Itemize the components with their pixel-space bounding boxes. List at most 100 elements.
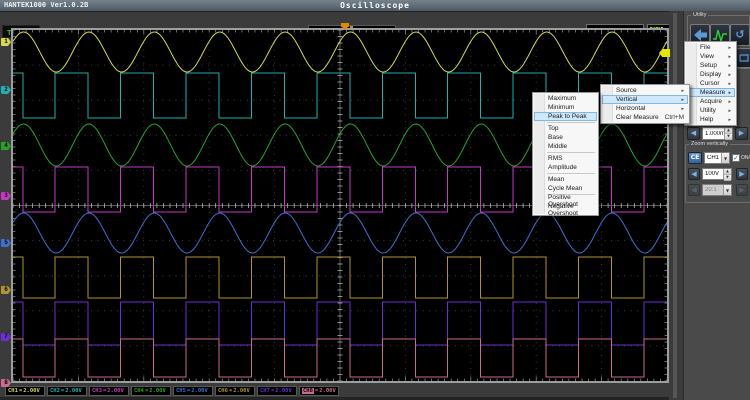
channel-label: CH2 [50, 388, 60, 394]
channel-scale-value: 2.00V [107, 388, 124, 394]
menu-item-display[interactable]: Display▸ [686, 70, 735, 79]
channel-label: CH8 [302, 388, 314, 394]
menu-item-maximum[interactable]: Maximum [534, 94, 597, 103]
menu-item-middle[interactable]: Middle [534, 142, 597, 151]
ratio-prev-button[interactable]: ◀ [688, 184, 700, 196]
trigger-position-marker[interactable] [341, 23, 349, 27]
channel-status-ch5[interactable]: CH5=2.00V [173, 386, 213, 396]
menu-item-help[interactable]: Help▸ [686, 115, 735, 124]
volt-next-button[interactable]: ▶ [736, 168, 748, 180]
chevron-down-icon[interactable]: ▼ [723, 185, 731, 195]
menu-item-label: Utility [700, 107, 716, 114]
submenu-arrow-icon: ▸ [728, 54, 731, 60]
channel-label: CH6 [218, 388, 228, 394]
menu-item-peak-to-peak[interactable]: Peak to Peak [534, 112, 597, 121]
menu-item-label: Mean [548, 176, 564, 183]
channel-status-ch3[interactable]: CH3=2.00V [89, 386, 129, 396]
zoom-vertically-group: Zoom vertically CE CH1 ▼ ✓ ON/OFF ◀ 100V… [685, 144, 750, 203]
volt-prev-button[interactable]: ◀ [688, 168, 700, 180]
menu-item-label: Negative Overshoot [548, 203, 593, 217]
menu-item-acquire[interactable]: Acquire ▸ [686, 97, 735, 106]
menu-item-setup[interactable]: Setup▸ [686, 61, 735, 70]
channel-status-ch7[interactable]: CH7=2.00V [257, 386, 297, 396]
menu-item-mean[interactable]: Mean [534, 175, 597, 184]
menu-item-label: Middle [548, 143, 567, 150]
channel-scale-value: 2.00V [191, 388, 208, 394]
channel-marker-ch6[interactable]: 6 [1, 286, 11, 294]
channel-status-ch2[interactable]: CH2=2.00V [47, 386, 87, 396]
menu-item-view[interactable]: View ▸ [686, 52, 735, 61]
channel-marker-ch1[interactable]: 1 [1, 38, 11, 46]
vertical-measure-submenu: Maximum MinimumPeak to Peak TopBaseMiddle R… [532, 92, 599, 216]
menu-item-source[interactable]: Source▸ [602, 86, 688, 95]
chevron-down-icon[interactable]: ▼ [721, 153, 729, 163]
menu-item-amplitude[interactable]: Amplitude [534, 163, 597, 172]
menu-item-label: Acquire [700, 98, 722, 105]
menu-item-horizontal[interactable]: Horizontal▸ [602, 104, 688, 113]
tool-icon [739, 53, 749, 63]
channel-status-ch8[interactable]: CH8=2.00V [299, 386, 339, 396]
coupling-icon: = [315, 388, 318, 394]
menu-item-utility[interactable]: Utility ▸ [686, 106, 735, 115]
zoom-vertically-label: Zoom vertically [689, 141, 730, 148]
menu-item-clear-measure[interactable]: Clear MeasureCtrl+M [602, 113, 688, 122]
channel-marker-ch2[interactable]: 2 [1, 86, 11, 94]
menu-item-minimum[interactable]: Minimum [534, 103, 597, 112]
timebase-prev-button[interactable]: ◀ [687, 127, 700, 140]
menu-item-label: Maximum [548, 95, 576, 102]
menu-item-cycle-mean[interactable]: Cycle Mean [534, 184, 597, 193]
volt-spinner[interactable]: ▲▼ [723, 169, 731, 179]
ce-button[interactable]: CE [688, 152, 702, 164]
submenu-arrow-icon: ▸ [728, 45, 731, 51]
window-title: Oscilloscope [0, 1, 750, 10]
timebase-select[interactable]: 1.000ms ▲▼ [702, 127, 733, 140]
onoff-checkbox[interactable]: ✓ [732, 154, 740, 162]
menu-item-cursor[interactable]: Cursor▸ [686, 79, 735, 88]
menu-item-label: Top [548, 125, 558, 132]
volt-value: 100V [703, 171, 723, 177]
channel-status-ch1[interactable]: CH1=2.00V [5, 386, 45, 396]
channel-marker-ch7[interactable]: 7 [1, 333, 11, 341]
channel-scale-value: 2.00V [149, 388, 166, 394]
channel-status-ch6[interactable]: CH6=2.00V [215, 386, 255, 396]
channel-label: CH4 [134, 388, 144, 394]
ratio-select[interactable]: 20:1 ▼ [702, 184, 732, 196]
menu-item-label: Minimum [548, 104, 574, 111]
menu-item-label: Display [700, 71, 721, 78]
submenu-arrow-icon: ▸ [681, 88, 684, 94]
menu-item-vertical[interactable]: Vertical▸ [602, 95, 688, 104]
volt-select[interactable]: 100V ▲▼ [702, 168, 732, 180]
coupling-icon: = [103, 388, 106, 394]
utility-group-label: Utility [691, 12, 708, 19]
channel-marker-ch3[interactable]: 3 [1, 192, 11, 200]
menu-item-measure[interactable]: Measure▸ [686, 88, 735, 97]
menu-separator [547, 122, 595, 123]
partially-hidden-button[interactable] [736, 48, 750, 68]
menu-item-file[interactable]: File▸ [686, 43, 735, 52]
zoom-channel-select[interactable]: CH1 ▼ [704, 152, 730, 164]
onoff-label: ON/OFF [741, 155, 750, 161]
coupling-icon: = [19, 388, 22, 394]
channel-status-ch4[interactable]: CH4=2.00V [131, 386, 171, 396]
timebase-value: 1.000ms [703, 131, 724, 137]
menu-item-label: View [700, 53, 714, 60]
menu-item-label: Help [700, 116, 713, 123]
submenu-arrow-icon: ▸ [728, 108, 731, 114]
coupling-icon: = [61, 388, 64, 394]
channel-label: CH7 [260, 388, 270, 394]
menu-item-top[interactable]: Top [534, 124, 597, 133]
menu-item-rms[interactable]: RMS [534, 154, 597, 163]
menu-item-label: Horizontal [616, 105, 645, 112]
menu-item-label: Setup [700, 62, 717, 69]
ratio-next-button[interactable]: ▶ [736, 184, 748, 196]
submenu-arrow-icon: ▸ [728, 99, 731, 105]
channel-marker-ch4[interactable]: 4 [1, 142, 11, 150]
channel-marker-ch5[interactable]: 5 [1, 239, 11, 247]
menu-item-label: Clear Measure [616, 114, 659, 121]
timebase-next-button[interactable]: ▶ [735, 127, 748, 140]
timebase-spinner[interactable]: ▲▼ [724, 128, 732, 139]
coupling-icon: = [187, 388, 190, 394]
menu-item-negative-overshoot[interactable]: Negative Overshoot [534, 205, 597, 214]
channel-scale-value: 2.00V [319, 388, 336, 394]
menu-item-base[interactable]: Base [534, 133, 597, 142]
